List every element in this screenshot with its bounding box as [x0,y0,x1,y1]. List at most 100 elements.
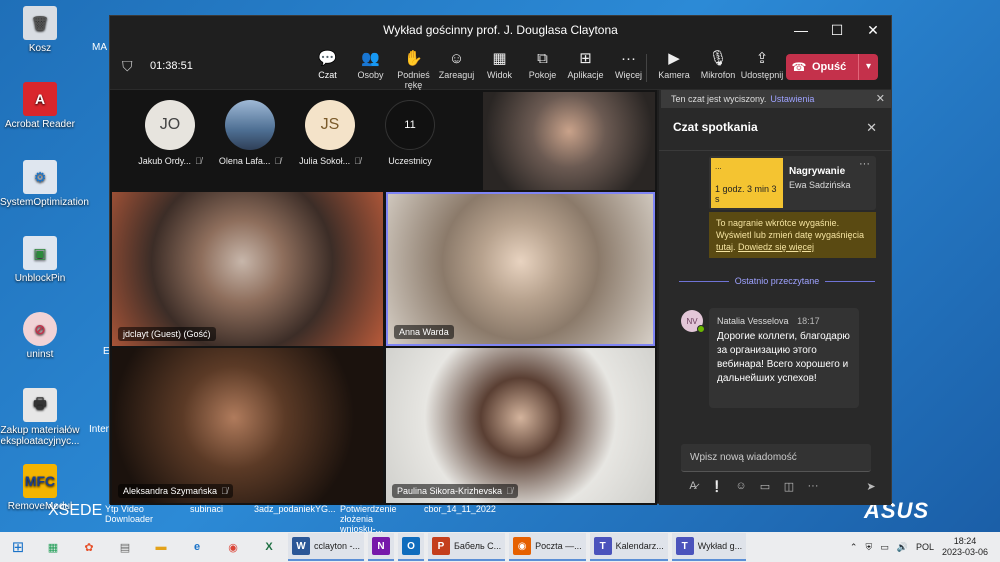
participant-avatar-item[interactable]: Olena Lafa... 🎙̸ [210,100,290,166]
word-icon: W [292,537,310,555]
onenote-icon: N [372,537,391,555]
paint-app-icon[interactable]: ✿ [72,534,106,560]
language-indicator[interactable]: POL [916,542,934,552]
emoji-icon[interactable]: ☺ [729,480,753,493]
phone-hangup-icon: ☎ [791,60,807,74]
view-button[interactable]: ▦ Widok [478,48,521,90]
recording-card[interactable]: ... 1 godz. 3 min 3 s Nagrywanie Ewa Sad… [709,156,876,210]
taskbar-app-outlook[interactable]: O [398,533,425,561]
chevron-down-icon[interactable]: ▾ [858,54,878,80]
compose-message-input[interactable]: Wpisz nową wiadomość [681,444,871,472]
video-tile-active-speaker[interactable]: Anna Warda [386,192,655,346]
taskbar-app-powerpoint[interactable]: P Бабель С... [428,533,506,561]
recording-title: Nagrywanie [789,166,846,177]
tile-label: Aleksandra Szymańska 🎙̸ [118,484,233,498]
taskbar: ⊞ ▦ ✿ ▤ ▬ e ◉ X W cclayton -... N O P Ба… [0,532,1000,562]
maximize-button[interactable]: ☐ [819,16,855,44]
participant-name: Aleksandra Szymańska [123,486,218,496]
system-optimization-icon: ⚙ [23,160,57,194]
internet-explorer-icon[interactable]: e [180,534,214,560]
taskbar-app-teams-calendar[interactable]: T Kalendarz... [589,533,668,561]
partial-desktop-label: MA [92,42,107,53]
chat-message[interactable]: Natalia Vesselova 18:17 Дорогие коллеги,… [709,308,859,408]
video-tile-top[interactable] [483,92,655,190]
settings-link[interactable]: Ustawienia [770,94,814,104]
toolbar-divider [646,54,647,82]
participant-avatar-item[interactable]: JO Jakub Ordy... 🎙̸ [130,100,210,166]
avatar: JO [145,100,195,150]
message-meta: Natalia Vesselova 18:17 [717,314,851,328]
taskbar-app-word[interactable]: W cclayton -... [288,533,365,561]
recording-thumbnail[interactable]: ... 1 godz. 3 min 3 s [711,158,783,208]
camera-button[interactable]: ▶ Kamera [652,48,696,80]
video-tile[interactable]: Aleksandra Szymańska 🎙̸ [112,348,383,503]
close-chat-button[interactable]: ✕ [866,120,877,136]
excel-icon[interactable]: X [252,534,286,560]
sticker-icon[interactable]: ◫ [777,480,801,493]
chat-button[interactable]: 💬 Czat [306,48,349,90]
taskbar-clock[interactable]: 18:24 2023-03-06 [942,536,988,558]
apps-button[interactable]: ⊞ Aplikacje [564,48,607,90]
close-button[interactable]: ✕ [855,16,891,44]
format-icon[interactable]: A̷ [681,480,705,493]
more-button[interactable]: ··· Więcej [607,48,650,90]
react-button[interactable]: ☺ Zareaguj [435,48,478,90]
recording-info: Nagrywanie Ewa Sadzińska [785,156,851,210]
participants-overflow[interactable]: 11 Uczestnicy [370,100,450,166]
gif-icon[interactable]: ▭ [753,480,777,493]
send-icon[interactable]: ➤ [861,480,881,493]
message-time: 18:17 [797,316,820,326]
desktop-icon-unblockpin[interactable]: ▣ UnblockPin [0,236,80,284]
speaker-icon[interactable]: 🔊 [897,542,908,553]
windows-start-icon[interactable]: ⊞ [0,532,36,562]
raise-hand-button[interactable]: ✋ Podnieś rękę [392,48,435,90]
here-link[interactable]: tutaj [716,242,733,252]
tool-label: Czat [318,70,337,80]
desktop-icon-system-optimization[interactable]: ⚙ SystemOptimization [0,160,89,208]
taskbar-app-firefox[interactable]: ◉ Poczta —... [509,533,586,561]
people-button[interactable]: 👥 Osoby [349,48,392,90]
chevron-up-icon[interactable]: ⌃ [850,542,858,553]
mic-off-icon: 🎙̸ [195,156,202,166]
microphone-button[interactable]: 🎙 Mikrofon [696,48,740,80]
spreadsheet-app-icon[interactable]: ▦ [36,534,70,560]
share-button[interactable]: ⇪ Udostępnij [740,48,784,80]
tool-label: Kamera [658,70,690,80]
desktop-icon-uninst[interactable]: ⊘ uninst [0,312,80,360]
avatar-photo [225,100,275,150]
participant-name: Anna Warda [399,327,449,337]
file-explorer-icon[interactable]: ▬ [144,534,178,560]
shield-icon[interactable]: ⛉ [122,58,133,75]
partial-desktop-label: Potwierdzenie złożenia wniosku-... [340,504,397,534]
desktop-icon-label: Kosz [28,43,52,54]
tool-label: Pokoje [528,70,557,80]
close-icon[interactable]: ✕ [876,92,885,105]
printer-icon: 🖶 [23,388,57,422]
desktop-icon-label: uninst [26,349,54,360]
recycle-bin-icon: 🗑 [23,6,57,40]
learn-more-link[interactable]: Dowiedz się więcej [738,242,814,252]
leave-button[interactable]: ☎ Opuść ▾ [786,54,878,80]
attach-icon[interactable]: ❕ [705,480,729,493]
video-tile[interactable]: Paulina Sikora-Krizhevska 🎙̸ [386,348,655,503]
more-icon[interactable]: ··· [801,480,825,493]
divider [659,150,891,151]
video-tile[interactable]: jdclayt (Guest) (Gość) [112,192,383,346]
scanner-app-icon[interactable]: ▤ [108,534,142,560]
minimize-button[interactable]: — [783,16,819,44]
participant-name: Uczestnicy [388,156,432,166]
more-icon[interactable]: ··· [859,158,870,170]
desktop-icon-recycle-bin[interactable]: 🗑 Kosz [0,6,80,54]
shield-tray-icon[interactable]: ⛨ [865,542,872,553]
taskbar-app-teams-meeting[interactable]: T Wykład g... [671,533,747,561]
teams-icon: T [593,537,612,555]
desktop-icon-acrobat[interactable]: A Acrobat Reader [0,82,80,130]
chrome-icon[interactable]: ◉ [216,534,250,560]
desktop-icon-zakup[interactable]: 🖶 Zakup materiałów eksploatacyjnyc... [0,388,80,447]
rooms-button[interactable]: ⧉ Pokoje [521,48,564,90]
meeting-chat-panel: Ten czat jest wyciszony. Ustawienia ✕ Cz… [659,90,891,505]
taskbar-app-onenote[interactable]: N [368,533,395,561]
participant-avatar-item[interactable]: JS Julia Sokoł... 🎙̸ [290,100,370,166]
network-icon[interactable]: ▭ [880,542,889,553]
participant-name: Julia Sokoł... [299,156,351,166]
